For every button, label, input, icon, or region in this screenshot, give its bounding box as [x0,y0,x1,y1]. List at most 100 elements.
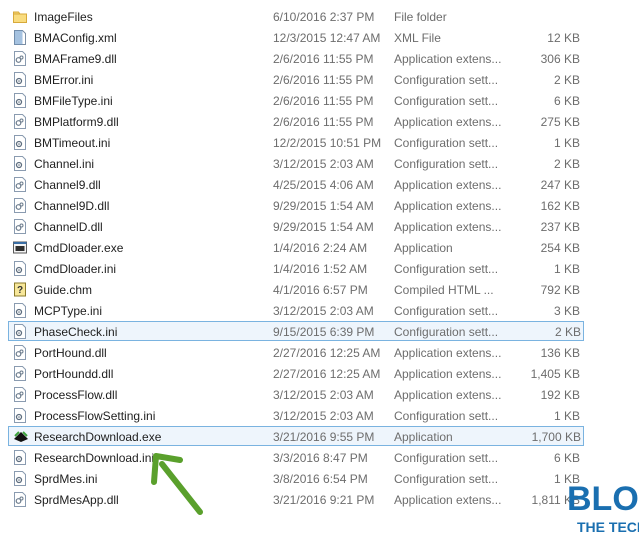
file-type: Configuration sett... [394,157,499,171]
file-date-modified: 12/2/2015 10:51 PM [273,136,382,150]
file-row[interactable]: CmdDloader.exe 1/4/2016 2:24 AM Applicatio… [0,237,641,257]
file-type: Configuration sett... [394,94,499,108]
file-date-modified: 1/4/2016 2:24 AM [273,241,368,255]
dll-file-icon [13,387,27,402]
file-date-modified: 3/12/2015 2:03 AM [273,388,374,402]
file-date-modified: 2/6/2016 11:55 PM [273,94,374,108]
file-type: Application extens... [394,493,502,507]
ini-file-icon [13,156,27,171]
file-date-modified: 3/12/2015 2:03 AM [273,304,374,318]
file-row[interactable]: MCPType.ini 3/12/2015 2:03 AM Configuratio… [0,300,641,320]
file-type: Application extens... [394,346,502,360]
file-type: Application [394,241,453,255]
file-name[interactable]: Channel9D.dll [34,199,109,213]
file-row[interactable]: PortHoundd.dll 2/27/2016 12:25 AM Applicat… [0,363,641,383]
file-row[interactable]: BMFileType.ini 2/6/2016 11:55 PM Configura… [0,90,641,110]
file-name[interactable]: ProcessFlowSetting.ini [34,409,155,423]
file-row[interactable]: SprdMesApp.dll 3/21/2016 9:21 PM Applicati… [0,489,641,509]
svg-text:?: ? [17,285,23,296]
file-row[interactable]: CmdDloader.ini 1/4/2016 1:52 AM Configurat… [0,258,641,278]
file-name[interactable]: BMTimeout.ini [34,136,110,150]
watermark-line2: THE TECH [577,519,639,535]
file-row[interactable]: BMPlatform9.dll 2/6/2016 11:55 PM Applicat… [0,111,641,131]
file-name[interactable]: PortHound.dll [34,346,107,360]
file-row[interactable]: Channel9D.dll 9/29/2015 1:54 AM Applicatio… [0,195,641,215]
file-date-modified: 3/3/2016 8:47 PM [273,451,368,465]
file-size: 192 KB [540,388,580,402]
file-date-modified: 4/25/2015 4:06 AM [273,178,374,192]
file-row[interactable]: PhaseCheck.ini 9/15/2015 6:39 PM Configura… [8,321,584,341]
file-name[interactable]: ResearchDownload.ini [34,451,154,465]
file-row[interactable]: ResearchDownload.ini 3/3/2016 8:47 PM Conf… [0,447,641,467]
file-type: Application extens... [394,388,502,402]
file-date-modified: 9/15/2015 6:39 PM [273,325,375,339]
file-type: Application extens... [394,199,502,213]
file-row[interactable]: PortHound.dll 2/27/2016 12:25 AM Applicati… [0,342,641,362]
file-row[interactable]: ProcessFlowSetting.ini 3/12/2015 2:03 AM C… [0,405,641,425]
file-name[interactable]: PortHoundd.dll [34,367,113,381]
file-name[interactable]: BMFileType.ini [34,94,113,108]
dll-file-icon [13,198,27,213]
file-type: Compiled HTML ... [394,283,494,297]
file-row[interactable]: ProcessFlow.dll 3/12/2015 2:03 AM Applicat… [0,384,641,404]
file-date-modified: 3/21/2016 9:21 PM [273,493,375,507]
file-name[interactable]: ChannelD.dll [34,220,103,234]
file-row[interactable]: ChannelD.dll 9/29/2015 1:54 AM Application… [0,216,641,236]
file-row[interactable]: BMError.ini 2/6/2016 11:55 PM Configuratio… [0,69,641,89]
file-name[interactable]: Guide.chm [34,283,92,297]
file-row[interactable]: ? Guide.chm 4/1/2016 6:57 PM Compiled HTML … [0,279,641,299]
file-name[interactable]: BMAFrame9.dll [34,52,117,66]
file-name[interactable]: ResearchDownload.exe [34,430,161,444]
file-date-modified: 9/29/2015 1:54 AM [273,220,374,234]
file-name[interactable]: SprdMes.ini [34,472,97,486]
file-row[interactable]: SprdMes.ini 3/8/2016 6:54 PM Configuration… [0,468,641,488]
file-name[interactable]: ImageFiles [34,10,93,24]
file-size: 237 KB [540,220,580,234]
ini-file-icon [13,471,27,486]
file-date-modified: 2/6/2016 11:55 PM [273,115,374,129]
file-name[interactable]: CmdDloader.ini [34,262,116,276]
file-name[interactable]: BMAConfig.xml [34,31,117,45]
file-row[interactable]: ImageFiles 6/10/2016 2:37 PM File folder [0,6,641,26]
file-type: Application extens... [394,115,502,129]
file-type: Application extens... [394,52,502,66]
file-size: 1 KB [553,409,580,423]
file-name[interactable]: ProcessFlow.dll [34,388,117,402]
dll-file-icon [13,51,27,66]
dll-file-icon [13,114,27,129]
file-size: 1 KB [553,262,580,276]
ini-file-icon [13,135,27,150]
file-row[interactable]: BMAFrame9.dll 2/6/2016 11:55 PM Applicatio… [0,48,641,68]
file-name[interactable]: Channel9.dll [34,178,101,192]
file-type: Configuration sett... [394,472,499,486]
file-name[interactable]: MCPType.ini [34,304,102,318]
file-name[interactable]: BMPlatform9.dll [34,115,119,129]
file-size: 254 KB [540,241,580,255]
file-type: Configuration sett... [394,325,499,339]
ini-file-icon [13,408,27,423]
file-date-modified: 4/1/2016 6:57 PM [273,283,368,297]
file-name[interactable]: CmdDloader.exe [34,241,123,255]
file-row[interactable]: BMTimeout.ini 12/2/2015 10:51 PM Configura… [0,132,641,152]
file-name[interactable]: PhaseCheck.ini [34,325,117,339]
file-date-modified: 6/10/2016 2:37 PM [273,10,375,24]
file-name[interactable]: Channel.ini [34,157,94,171]
ini-file-icon [13,303,27,318]
chm-file-icon: ? [13,282,27,297]
file-row[interactable]: Channel.ini 3/12/2015 2:03 AM Configuratio… [0,153,641,173]
file-row[interactable]: ResearchDownload.exe 3/21/2016 9:55 PM App… [8,426,584,446]
file-size: 792 KB [540,283,580,297]
file-type: Application [394,430,453,444]
ini-file-icon [13,324,27,339]
file-type: Application extens... [394,178,502,192]
file-row[interactable]: Channel9.dll 4/25/2015 4:06 AM Application… [0,174,641,194]
file-date-modified: 3/8/2016 6:54 PM [273,472,368,486]
file-name[interactable]: SprdMesApp.dll [34,493,119,507]
file-type: Configuration sett... [394,262,499,276]
file-type: Application extens... [394,367,502,381]
file-size: 3 KB [553,304,580,318]
xml-file-icon [13,30,27,45]
file-size: 306 KB [540,52,580,66]
file-row[interactable]: BMAConfig.xml 12/3/2015 12:47 AM XML File 1… [0,27,641,47]
file-name[interactable]: BMError.ini [34,73,93,87]
